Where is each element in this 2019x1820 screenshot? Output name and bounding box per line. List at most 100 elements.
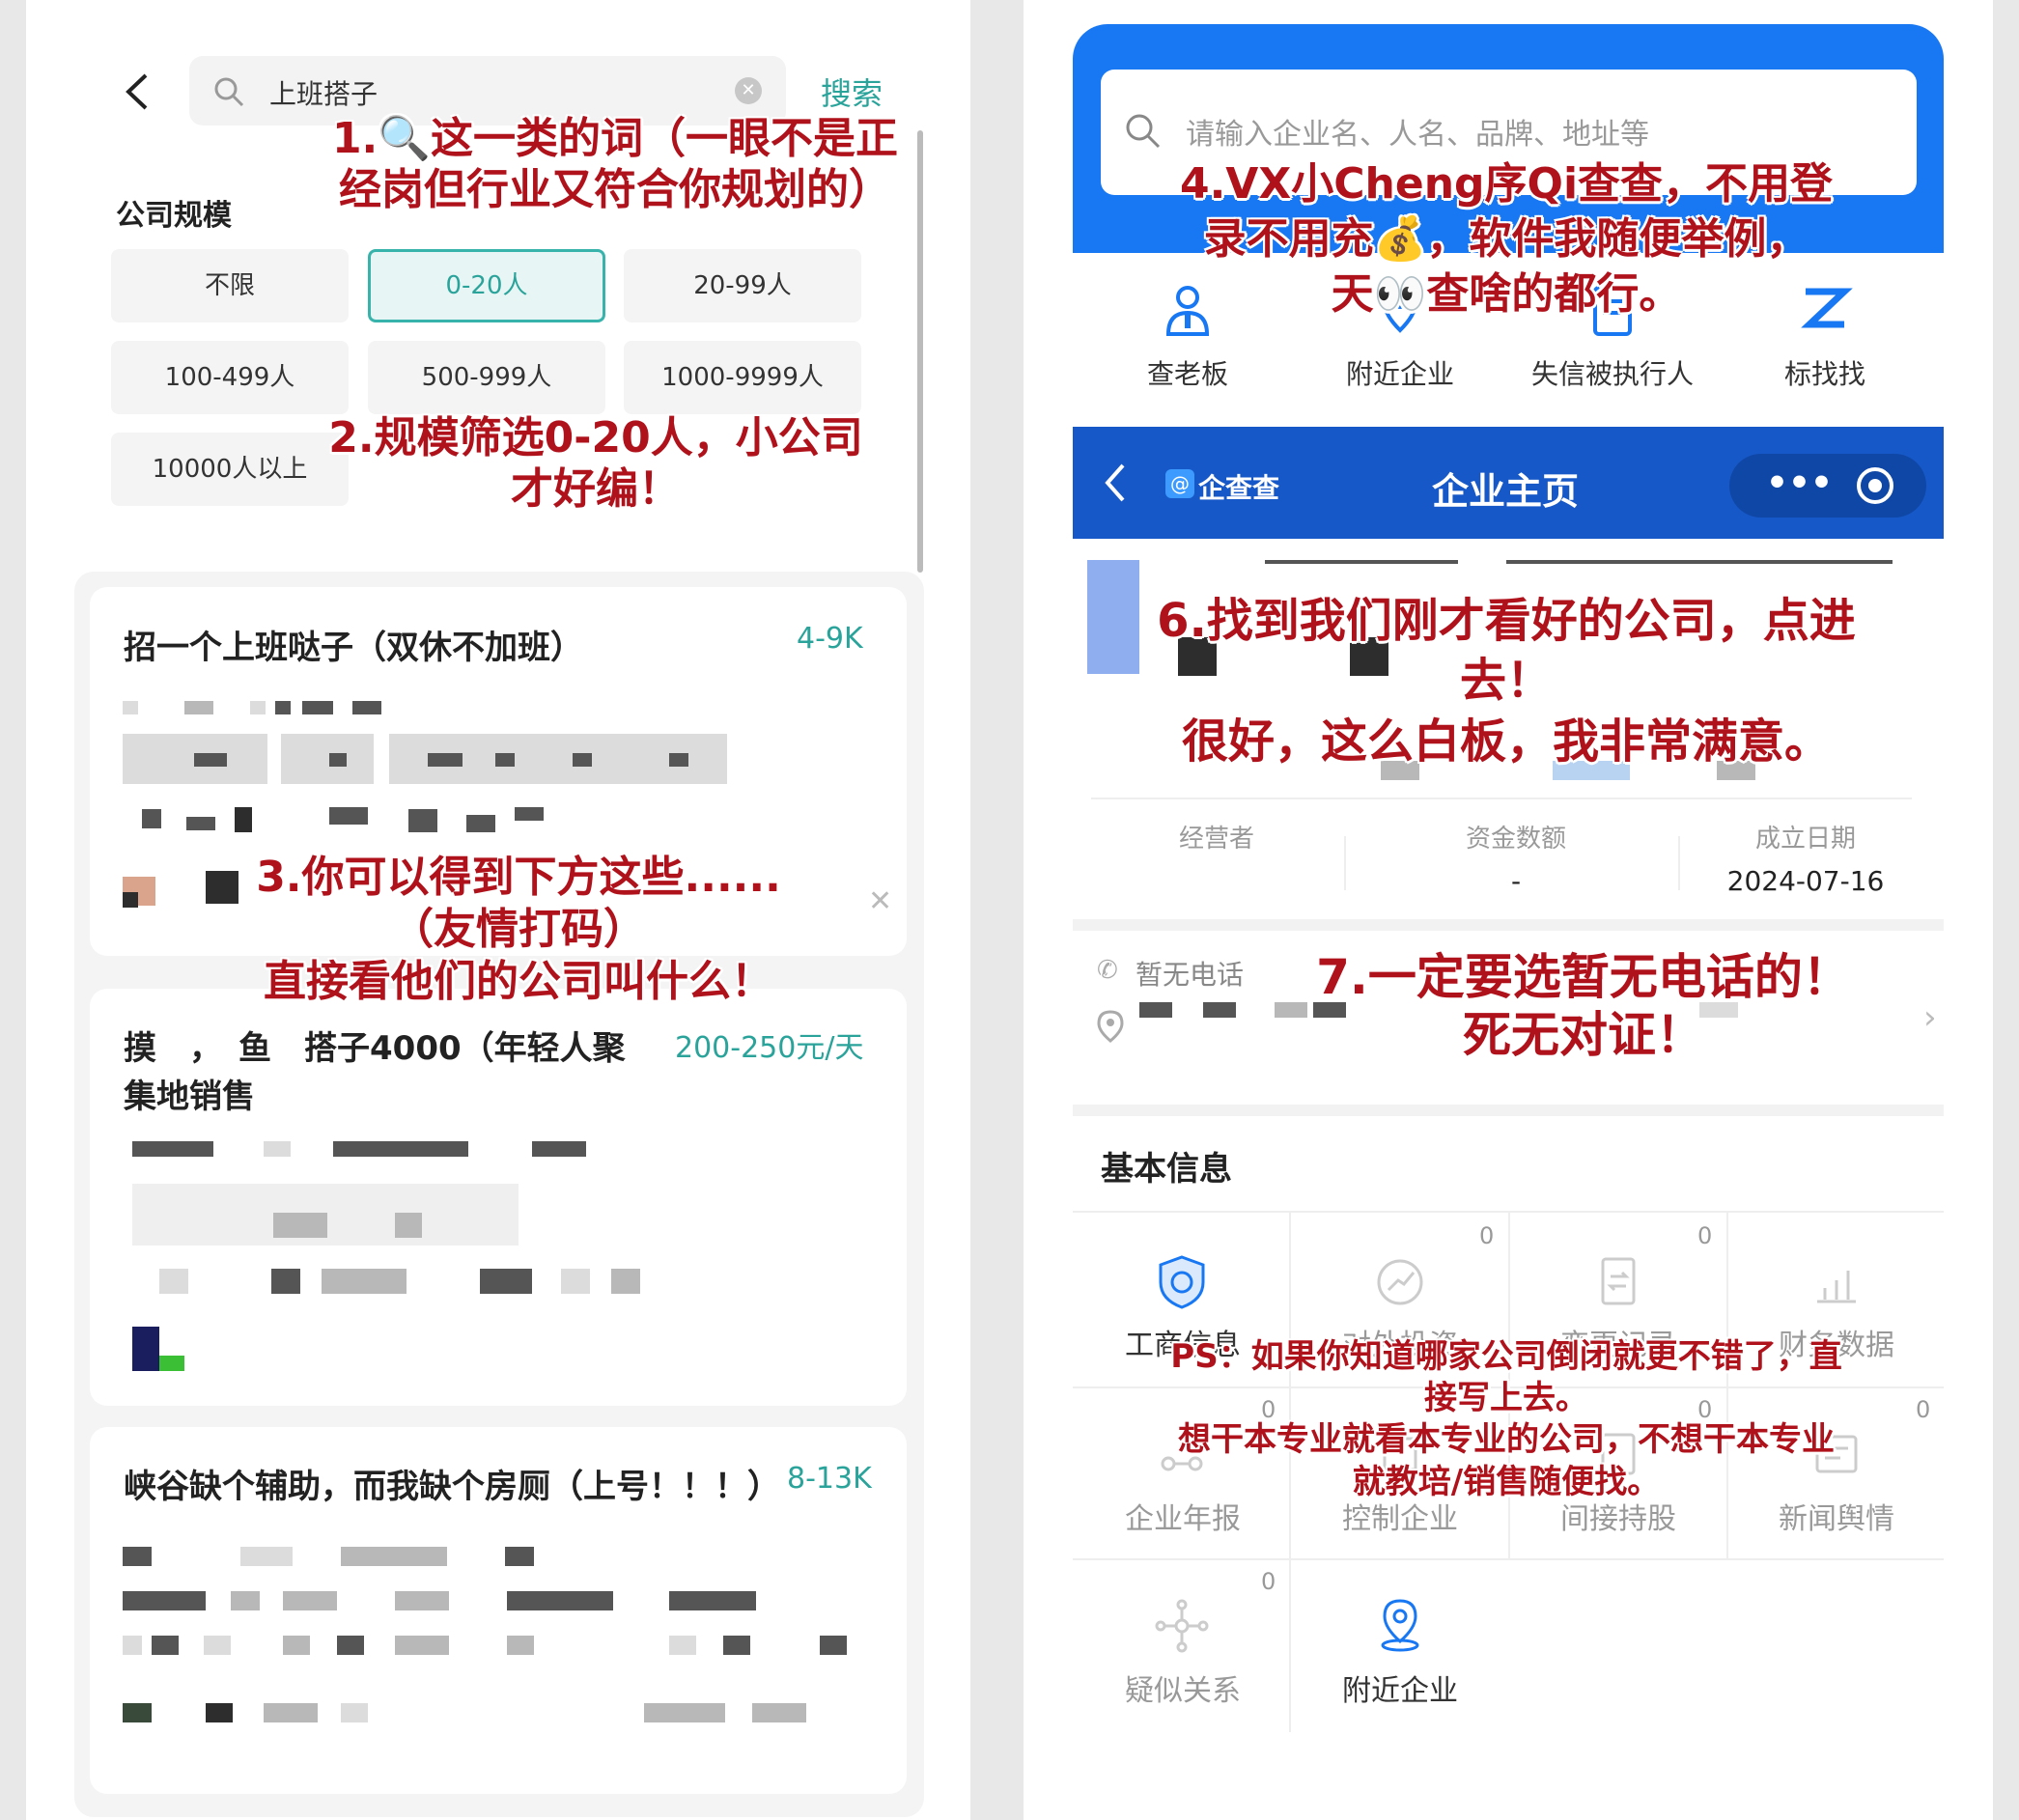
annotation-line: 就教培/销售随便找。 <box>1352 1462 1661 1501</box>
back-chevron-icon[interactable] <box>1102 462 1131 508</box>
page-title: 企业主页 <box>1432 470 1580 513</box>
annotation-line: 7.一定要选暂无电话的！ <box>1316 949 1851 1005</box>
stat-label: 成立日期 <box>1754 825 1856 854</box>
clear-icon[interactable]: ✕ <box>735 77 762 104</box>
filter-option-20-99[interactable]: 20-99人 <box>624 249 861 322</box>
filter-option-unlimited[interactable]: 不限 <box>111 249 349 322</box>
redacted-block <box>329 807 368 825</box>
redacted-block <box>428 753 463 767</box>
redacted-block <box>333 1141 468 1157</box>
redacted-block <box>341 1547 447 1566</box>
search-icon <box>212 75 245 112</box>
nearby-company-icon[interactable] <box>1371 1597 1429 1655</box>
job-salary: 200-250元/天 <box>675 1031 864 1065</box>
redacted-block <box>1506 560 1893 564</box>
redacted-block <box>507 1636 534 1655</box>
company-search-input[interactable]: 请输入企业名、人名、品牌、地址等 <box>1186 110 1649 153</box>
quick-action-label[interactable]: 失信被执行人 <box>1506 353 1719 392</box>
redacted-block <box>408 809 437 832</box>
annotation-step-7: 7.一定要选暂无电话的！ 死无对证！ <box>1236 948 1931 1064</box>
annotation-line: 很好，这么白板，我非常满意。 <box>1181 714 1831 769</box>
redacted-block <box>271 1269 300 1294</box>
redacted-block <box>820 1636 847 1655</box>
redacted-block <box>644 1703 725 1722</box>
annotation-line: 死无对证！ <box>1463 1007 1704 1063</box>
redacted-block <box>152 1636 179 1655</box>
job-card[interactable]: 摸 ， 鱼 搭子4000（年轻人聚 集地销售 200-250元/天 <box>90 989 907 1406</box>
divider <box>1344 836 1346 890</box>
annotation-line: 录不用充💰，软件我随便举例， <box>1203 214 1809 265</box>
redacted-block <box>752 1703 806 1722</box>
redacted-block <box>395 1591 449 1610</box>
stat-label: 经营者 <box>1178 825 1254 854</box>
finance-data-icon[interactable] <box>1808 1253 1865 1311</box>
redacted-block <box>123 1636 142 1655</box>
brand-name: 企查查 <box>1198 472 1280 504</box>
redacted-block <box>273 1213 327 1238</box>
redacted-block <box>507 1591 613 1610</box>
search-input[interactable]: 上班搭子 <box>269 73 378 112</box>
redacted-block <box>341 1703 368 1722</box>
redacted-block <box>184 701 213 714</box>
annotation-line: PS：如果你知道哪家公司倒闭就更不错了，直 <box>1170 1337 1842 1376</box>
info-item-label[interactable]: 附近企业 <box>1294 1666 1506 1709</box>
annotation-line: 2.规模筛选0-20人，小公司 <box>328 413 863 462</box>
redacted-block <box>275 701 291 714</box>
annotation-step-3: 3.你可以得到下方这些...... （友情打码） 直接看他们的公司叫什么！ <box>200 852 837 1008</box>
redacted-block <box>505 1547 534 1566</box>
job-salary: 4-9K <box>797 622 863 656</box>
annotation-step-4: 4.VX小Cheng序Qi查查，不用登 录不用充💰，软件我随便举例， 天👀查啥的… <box>1081 156 1931 322</box>
quick-action-label[interactable]: 标找找 <box>1719 353 1931 392</box>
annotation-ps: PS：如果你知道哪家公司倒闭就更不错了，直 接写上去。 想干本专业就看本专业的公… <box>1081 1336 1931 1503</box>
filter-option-1000-9999[interactable]: 1000-9999人 <box>624 341 861 414</box>
more-icon[interactable]: ••• <box>1766 463 1833 503</box>
redacted-block <box>532 1141 586 1157</box>
job-title-line2: 集地销售 <box>124 1078 255 1116</box>
location-icon <box>1097 1010 1124 1047</box>
annotation-line: 直接看他们的公司叫什么！ <box>264 957 773 1007</box>
job-title: 摸 ， 鱼 搭子4000（年轻人聚 <box>124 1029 626 1068</box>
redacted-block <box>480 1269 532 1294</box>
phone-icon: ✆ <box>1097 956 1118 985</box>
filter-option-0-20[interactable]: 0-20人 <box>368 249 605 322</box>
search-button[interactable]: 搜索 <box>821 70 883 114</box>
annotation-line: 6.找到我们刚才看好的公司，点进 <box>1157 594 1856 648</box>
business-info-icon[interactable] <box>1153 1253 1211 1311</box>
quick-action-label[interactable]: 查老板 <box>1081 353 1294 392</box>
redacted-block <box>1265 560 1458 564</box>
redacted-block <box>204 1636 231 1655</box>
investment-icon[interactable] <box>1371 1253 1429 1311</box>
info-item-label[interactable]: 疑似关系 <box>1077 1666 1289 1709</box>
company-page-navbar: @ 企查查 企业主页 ••• <box>1073 427 1944 539</box>
redacted-block <box>123 701 138 714</box>
back-chevron-icon[interactable] <box>119 68 157 116</box>
relation-icon[interactable] <box>1153 1597 1211 1655</box>
annotation-step-6: 6.找到我们刚才看好的公司，点进 去！ 很好，这么白板，我非常满意。 <box>1081 591 1931 771</box>
redacted-block <box>352 701 381 714</box>
info-item-count: 0 <box>1697 1222 1713 1249</box>
redacted-block <box>194 753 227 767</box>
close-target-icon[interactable] <box>1857 467 1893 504</box>
job-salary: 8-13K <box>787 1462 872 1496</box>
annotation-line: 3.你可以得到下方这些...... <box>256 853 781 902</box>
redacted-block <box>123 1547 152 1566</box>
job-title: 峡谷缺个辅助，而我缺个房厕（上号！！！） <box>124 1468 780 1506</box>
redacted-block <box>264 1141 291 1157</box>
close-icon[interactable]: ✕ <box>868 884 892 918</box>
filter-option-100-499[interactable]: 100-499人 <box>111 341 349 414</box>
section-title: 基本信息 <box>1101 1150 1232 1189</box>
redacted-block <box>283 1591 337 1610</box>
filter-title: 公司规模 <box>116 199 232 233</box>
change-record-icon[interactable] <box>1589 1253 1647 1311</box>
divider <box>1091 798 1912 799</box>
quick-action-label[interactable]: 附近企业 <box>1294 353 1506 392</box>
redacted-block <box>132 1141 213 1157</box>
annotation-step-2: 2.规模筛选0-20人，小公司 才好编！ <box>287 413 905 516</box>
annotation-line: 天👀查啥的都行。 <box>1331 269 1682 320</box>
filter-option-500-999[interactable]: 500-999人 <box>368 341 605 414</box>
redacted-block <box>132 1327 159 1371</box>
job-card[interactable]: 峡谷缺个辅助，而我缺个房厕（上号！！！） 8-13K <box>90 1427 907 1794</box>
redacted-block <box>495 753 515 767</box>
redacted-block <box>159 1269 188 1294</box>
redacted-block <box>231 1591 260 1610</box>
